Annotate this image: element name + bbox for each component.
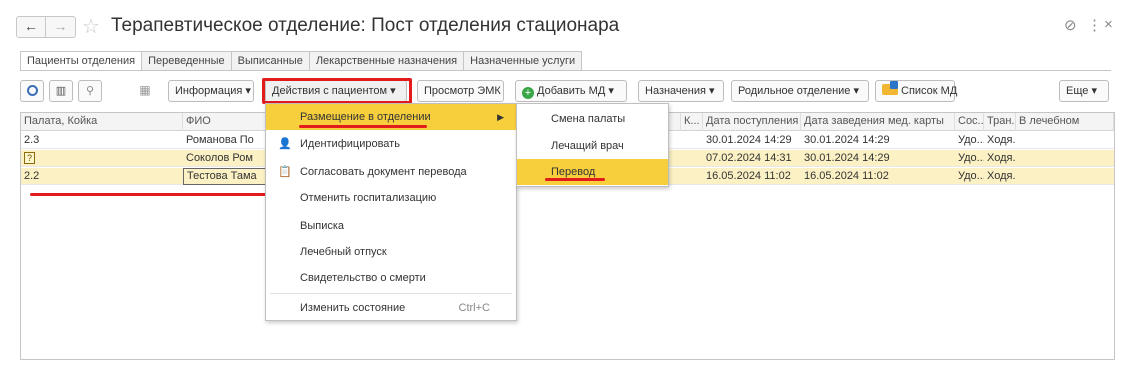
unknown-bed-icon: ?: [24, 152, 35, 164]
tab-transferred[interactable]: Переведенные: [142, 51, 232, 71]
page-title: Терапевтическое отделение: Пост отделени…: [111, 15, 620, 36]
search-button[interactable]: [20, 80, 44, 102]
submenu-item-attending-doctor[interactable]: Лечащий врач: [517, 133, 668, 159]
column-header-transport[interactable]: Тран...: [984, 113, 1016, 131]
menu-item-death-certificate[interactable]: Свидетельство о смерти: [266, 265, 516, 291]
search-icon: [26, 85, 38, 96]
column-header-state[interactable]: Сос...: [955, 113, 984, 131]
document-approve-icon: 📋: [278, 166, 292, 178]
menu-item-label: Свидетельство о смерти: [300, 272, 426, 284]
md-list-button[interactable]: Список МД: [875, 80, 958, 102]
tab-bar: Пациенты отделения Переведенные Выписанн…: [20, 51, 583, 71]
folder-icon: [882, 81, 898, 95]
favorite-star-icon[interactable]: ☆: [82, 14, 100, 39]
submenu-arrow-icon: ▶: [497, 112, 504, 122]
cell-bed: 2.3: [24, 134, 40, 146]
actions-highlight-box: [262, 78, 412, 104]
row-red-underline: [30, 193, 270, 196]
menu-item-label: Отменить госпитализацию: [300, 192, 437, 204]
barcode-icon: ▥: [55, 84, 67, 97]
calculator-icon: ▦: [139, 83, 151, 97]
cell-admission: 07.02.2024 14:31: [706, 152, 792, 164]
assignments-dropdown[interactable]: Назначения ▾: [638, 80, 724, 102]
menu-item-label: Размещение в отделении: [300, 111, 431, 123]
more-dropdown[interactable]: Еще ▾: [1059, 80, 1109, 102]
barcode-button[interactable]: ▥: [49, 80, 73, 102]
cell-admission: 16.05.2024 11:02: [706, 170, 791, 182]
cell-state: Удо...: [958, 152, 984, 164]
menu-item-shortcut: Ctrl+C: [458, 302, 490, 314]
column-header-treatment[interactable]: В лечебном: [1016, 113, 1114, 131]
submenu-item-change-ward[interactable]: Смена палаты: [517, 106, 668, 132]
patient-actions-menu: Размещение в отделении ▶ 👤 Идентифициров…: [265, 103, 517, 321]
column-header-bed[interactable]: Палата, Койка: [21, 113, 183, 131]
tab-drug-prescriptions[interactable]: Лекарственные назначения: [309, 51, 465, 71]
transfer-red-underline: [545, 178, 605, 181]
cell-transport: Ходя...: [987, 134, 1016, 146]
add-md-dropdown[interactable]: + Добавить МД ▾: [515, 80, 627, 102]
menu-item-medical-leave[interactable]: Лечебный отпуск: [266, 239, 516, 265]
add-md-label: Добавить МД ▾: [537, 85, 614, 97]
menu-item-label: Согласовать документ перевода: [300, 166, 467, 178]
column-header-card-date[interactable]: Дата заведения мед. карты: [801, 113, 955, 131]
maternity-dropdown[interactable]: Родильное отделение ▾: [731, 80, 869, 102]
view-emk-button[interactable]: Просмотр ЭМК: [417, 80, 504, 102]
placement-submenu: Смена палаты Лечащий врач Перевод: [516, 103, 669, 187]
cell-card-date: 30.01.2024 14:29: [804, 152, 890, 164]
tab-services[interactable]: Назначенные услуги: [464, 51, 583, 71]
menu-item-label: Изменить состояние: [300, 302, 406, 314]
menu-item-label: Идентифицировать: [300, 138, 400, 150]
cell-state: Удо...: [958, 134, 984, 146]
toolbar: ▥ ⚲ ▦ Информация ▾ Действия с пациентом …: [20, 80, 1115, 102]
menu-separator: [270, 293, 512, 294]
column-header-admission[interactable]: Дата поступления: [703, 113, 801, 131]
tab-divider: [20, 70, 1111, 71]
cell-name: Соколов Ром: [186, 152, 253, 164]
title-bar: ← → ☆ Терапевтическое отделение: Пост от…: [0, 0, 1125, 44]
column-header-k[interactable]: К...: [681, 113, 703, 131]
cell-bed: ?: [21, 150, 183, 167]
cell-transport: Ходя...: [987, 152, 1016, 164]
cell-bed: 2.2: [24, 170, 40, 182]
person-search-icon: ⚲: [85, 84, 95, 97]
cell-admission: 30.01.2024 14:29: [706, 134, 792, 146]
cell-name: Тестова Тама: [183, 168, 267, 185]
md-list-label: Список МД: [901, 85, 958, 97]
menu-item-approve-transfer[interactable]: 📋 Согласовать документ перевода: [266, 159, 516, 185]
info-dropdown[interactable]: Информация ▾: [168, 80, 254, 102]
menu-item-cancel-hospitalization[interactable]: Отменить госпитализацию: [266, 185, 516, 211]
more-options-icon[interactable]: ⋮: [1087, 16, 1102, 34]
add-icon: +: [522, 87, 534, 99]
close-icon[interactable]: ×: [1104, 16, 1113, 33]
submenu-item-transfer[interactable]: Перевод: [517, 159, 668, 185]
cell-name: Романова По: [186, 134, 254, 146]
menu-item-change-state[interactable]: Изменить состояние Ctrl+C: [266, 295, 516, 321]
forward-button[interactable]: →: [46, 16, 76, 38]
calculator-button[interactable]: ▦: [133, 80, 157, 102]
cell-card-date: 16.05.2024 11:02: [804, 170, 889, 182]
tab-patients[interactable]: Пациенты отделения: [20, 51, 143, 71]
back-button[interactable]: ←: [16, 16, 46, 38]
identify-person-icon: 👤: [278, 138, 292, 150]
menu-item-label: Лечебный отпуск: [300, 246, 387, 258]
menu-item-label: Выписка: [300, 220, 345, 232]
link-icon[interactable]: ⊘: [1064, 16, 1077, 34]
menu-item-identify[interactable]: 👤 Идентифицировать: [266, 131, 516, 157]
cell-state: Удо...: [958, 170, 984, 182]
tab-discharged[interactable]: Выписанные: [231, 51, 310, 71]
find-patient-button[interactable]: ⚲: [78, 80, 102, 102]
menu-item-discharge[interactable]: Выписка: [266, 213, 516, 239]
placement-red-underline: [299, 125, 427, 128]
cell-card-date: 30.01.2024 14:29: [804, 134, 890, 146]
cell-transport: Ходя...: [987, 170, 1016, 182]
